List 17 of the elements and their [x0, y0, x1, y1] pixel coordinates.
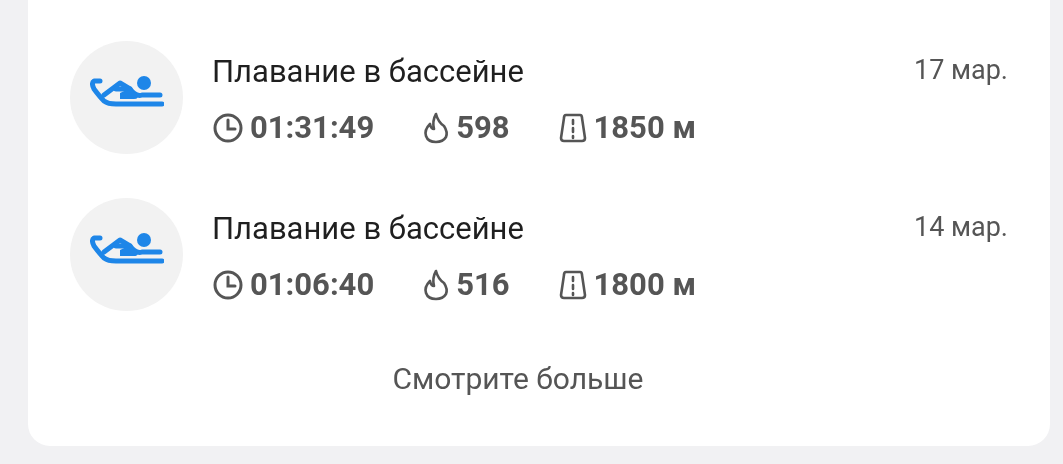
workout-date: 14 мар. [913, 210, 1008, 244]
duration-value: 01:31:49 [250, 109, 375, 147]
flame-icon [422, 112, 451, 144]
duration-value: 01:06:40 [250, 266, 375, 304]
calories-value: 516 [456, 266, 510, 304]
workout-date: 17 мар. [913, 53, 1008, 87]
calories-value: 598 [456, 109, 510, 147]
workout-title: Плавание в бассейне [212, 53, 524, 91]
see-more-link[interactable]: Смотрите больше [392, 361, 644, 396]
distance-value: 1800 м [593, 266, 696, 304]
clock-icon [212, 112, 244, 144]
road-icon [557, 112, 588, 144]
road-icon [557, 269, 588, 301]
clock-icon [212, 269, 244, 301]
flame-icon [422, 269, 451, 301]
workout-title: Плавание в бассейне [212, 210, 524, 248]
distance-value: 1850 м [593, 109, 696, 147]
